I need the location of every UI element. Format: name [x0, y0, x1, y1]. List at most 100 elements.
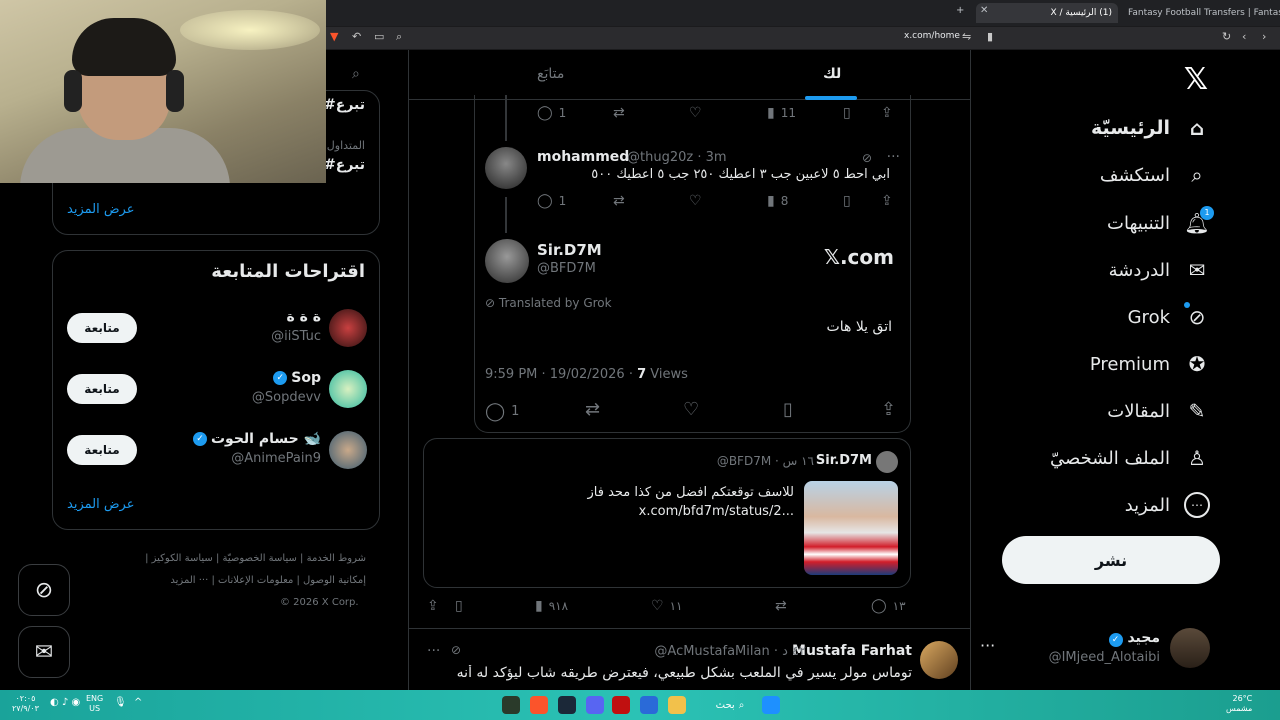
tab-following[interactable]: متابَع — [537, 66, 564, 82]
nav-explore[interactable]: ⌕ استكشف — [1100, 157, 1210, 193]
messages-float-button[interactable]: ✉ — [18, 626, 70, 678]
tab-for-you[interactable]: لك — [823, 66, 841, 82]
like-button[interactable]: ♡ — [689, 193, 702, 209]
reply-button[interactable]: ◯ 1 — [537, 193, 566, 209]
share-button[interactable]: ⇪ — [881, 105, 893, 121]
app-obs-icon[interactable] — [612, 696, 630, 714]
trend-item[interactable]: #تبرع — [324, 157, 365, 173]
app-discord-icon[interactable] — [586, 696, 604, 714]
app-explorer-icon[interactable] — [668, 696, 686, 714]
reply-author-handle[interactable]: @thug20z · 3m — [627, 150, 727, 165]
share-button[interactable]: ⇪ — [881, 399, 896, 420]
search-icon[interactable]: ⌕ — [352, 66, 360, 82]
trend-item[interactable]: #تبرع — [324, 97, 365, 113]
forward-icon[interactable]: › — [1262, 30, 1266, 43]
zoom-icon[interactable]: ⌕ — [396, 30, 402, 44]
nav-notifications[interactable]: 🔔︎ 1 التنبيهات — [1107, 205, 1214, 241]
like-button[interactable]: ♡ — [689, 105, 702, 121]
avatar[interactable] — [920, 641, 958, 679]
bookmark-icon[interactable]: ▮ — [987, 30, 993, 43]
show-more-link[interactable]: عرض المزيد — [67, 497, 134, 512]
nav-chat[interactable]: ✉ الدردشة — [1109, 252, 1210, 288]
views-button[interactable]: ▮ ٩١٨ — [535, 598, 568, 614]
taskbar-search[interactable]: بحث ⌕ — [700, 694, 760, 716]
thread-line — [505, 197, 507, 233]
reply-author-name[interactable]: mohammed — [537, 149, 629, 165]
app-steam-icon[interactable] — [558, 696, 576, 714]
nav-grok[interactable]: ⊘ Grok — [1128, 299, 1210, 335]
main-author-name[interactable]: Sir.D7M — [537, 241, 602, 259]
back-history-icon[interactable]: ↶ — [352, 30, 361, 43]
close-tab-icon[interactable]: ✕ — [980, 5, 988, 16]
nav-articles[interactable]: ✎ المقالات — [1107, 393, 1210, 429]
nav-premium[interactable]: ✪ Premium — [1090, 346, 1210, 382]
bookmark-button[interactable]: ▯ — [455, 598, 463, 614]
follow-suggestion[interactable]: Sop ✓ @Sopdevv متابعة — [53, 368, 381, 412]
bookmark-button[interactable]: ▯ — [843, 193, 851, 209]
weather-widget[interactable]: 26°C مشمس — [1226, 694, 1252, 714]
url-text[interactable]: x.com/home — [904, 31, 960, 41]
repost-button[interactable]: ⇄ — [613, 193, 625, 209]
next-author-handle[interactable]: @AcMustafaMilan · ٤٢ د — [654, 644, 806, 659]
follow-button[interactable]: متابعة — [67, 435, 137, 465]
clock[interactable]: ٠٢:٠٥ ٢٧/٩/٠٣ — [12, 694, 39, 714]
tab-x-home[interactable]: (1) الرئيسية / X — [976, 3, 1118, 23]
follow-button[interactable]: متابعة — [67, 313, 137, 343]
app-terminal-icon[interactable] — [502, 696, 520, 714]
follow-suggestion[interactable]: ة ة ة @iiSTuc متابعة — [53, 307, 381, 351]
address-bar[interactable] — [326, 27, 1280, 49]
tray-icons[interactable]: ◐ ♪ ◉ — [50, 697, 80, 708]
reader-icon[interactable]: ▭ — [374, 30, 384, 43]
nav-home[interactable]: ⌂ الرئيسيّة — [1091, 110, 1210, 146]
windows-start-icon[interactable] — [762, 696, 780, 714]
show-more-link[interactable]: عرض المزيد — [67, 202, 134, 217]
next-tweet[interactable]: Mustafa Farhat @AcMustafaMilan · ٤٢ د ⊘ … — [409, 628, 970, 690]
quoted-tweet[interactable]: Sir.D7M @BFD7M · ١٦ س للاسف توقعتكم افضل… — [423, 438, 911, 588]
share-button[interactable]: ⇪ — [427, 598, 439, 614]
reply-button[interactable]: ◯ 1 — [537, 105, 566, 121]
like-button[interactable]: ♡ — [683, 399, 699, 420]
chevron-up-icon[interactable]: ^ — [134, 697, 142, 708]
more-dots-icon[interactable]: ··· — [427, 643, 440, 659]
mic-icon[interactable]: 🎙︎ — [114, 697, 127, 708]
site-settings-icon[interactable]: ⇋ — [962, 30, 971, 43]
grok-float-button[interactable]: ⊘ — [18, 564, 70, 616]
next-author-name[interactable]: Mustafa Farhat — [792, 643, 912, 659]
footer-links[interactable]: شروط الخدمة | سياسة الخصوصيّة | سياسة ال… — [104, 548, 366, 614]
follow-suggestion[interactable]: حسام الحوت 🐋 ✓ @AnimePain9 متابعة — [53, 429, 381, 473]
language-indicator[interactable]: ENG US — [86, 694, 103, 714]
views-button[interactable]: ▮ 8 — [767, 193, 788, 209]
grok-icon[interactable]: ⊘ — [451, 643, 461, 657]
like-button[interactable]: ♡ ١١ — [651, 598, 682, 614]
avatar[interactable] — [485, 147, 527, 189]
x-logo-icon[interactable]: 𝕏 — [1184, 62, 1208, 97]
app-brave-icon[interactable] — [530, 696, 548, 714]
more-dots-icon[interactable]: ··· — [980, 636, 995, 655]
nav-more[interactable]: ⋯ المزيد — [1125, 487, 1210, 523]
repost-button[interactable]: ⇄ — [613, 105, 625, 121]
nav-profile[interactable]: ♙ الملف الشخصيّ — [1050, 440, 1210, 476]
app-store-icon[interactable] — [640, 696, 658, 714]
follow-button[interactable]: متابعة — [67, 374, 137, 404]
bookmark-button[interactable]: ▯ — [783, 399, 793, 420]
brave-shield-icon[interactable]: ▼ — [330, 30, 338, 43]
post-button[interactable]: نشر — [1002, 536, 1220, 584]
more-dots-icon[interactable]: ··· — [887, 149, 900, 165]
account-switcher[interactable]: ✓ مجيد @IMjeed_Alotaibi ··· — [980, 628, 1210, 672]
reply-button[interactable]: ◯ ١٣ — [871, 598, 906, 614]
back-icon[interactable]: ‹ — [1242, 30, 1246, 43]
repost-button[interactable]: ⇄ — [585, 399, 600, 420]
reply-button[interactable]: ◯ 1 — [485, 401, 519, 422]
bookmark-button[interactable]: ▯ — [843, 105, 851, 121]
tab-fantasy[interactable]: Fantasy Football Transfers | Fantasy P..… — [1122, 3, 1280, 23]
new-tab-icon[interactable]: + — [956, 5, 964, 16]
avatar[interactable] — [485, 239, 529, 283]
views-button[interactable]: ▮ 11 — [767, 105, 796, 121]
main-author-handle[interactable]: @BFD7M — [537, 261, 596, 276]
share-button[interactable]: ⇪ — [881, 193, 893, 209]
reload-icon[interactable]: ↻ — [1222, 30, 1231, 43]
thread-card[interactable]: ◯ 1 ⇄ ♡ ▮ 11 ▯ ⇪ mohammed @thug20z · 3m ⊘ … — [474, 95, 911, 433]
grok-icon[interactable]: ⊘ — [862, 151, 872, 165]
repost-button[interactable]: ⇄ — [775, 598, 787, 614]
quoted-image[interactable] — [804, 481, 898, 575]
